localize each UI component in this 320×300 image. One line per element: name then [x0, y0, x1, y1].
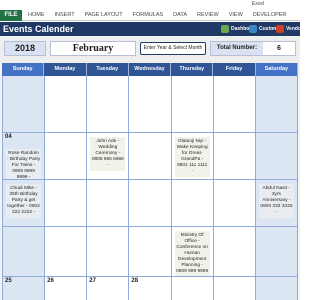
- calendar-day-cell[interactable]: [213, 277, 256, 300]
- ribbon-tab[interactable]: FORMULAS: [133, 10, 164, 21]
- day-header: Thursday: [171, 63, 214, 76]
- day-header-row: Sunday Monday Tuesday Wednesday Thursday Frid…: [2, 63, 298, 76]
- event-entry[interactable]: Rose Random - Birthday Party For Twins -…: [6, 149, 42, 179]
- calendar-day-cell[interactable]: [87, 76, 130, 133]
- ribbon-tab[interactable]: PAGE LAYOUT: [85, 10, 123, 21]
- calendar-day-cell[interactable]: [213, 180, 256, 227]
- ribbon-tab[interactable]: DEVELOPER: [253, 10, 287, 21]
- window-title: Excel: [251, 1, 264, 7]
- event-entry[interactable]: John Ade - Wedding Ceremony - 0808 666 6…: [90, 137, 126, 171]
- calendar-day-cell[interactable]: [45, 180, 88, 227]
- day-header: Tuesday: [86, 63, 129, 76]
- quick-access-toolbar[interactable]: [4, 2, 26, 15]
- calendar-day-cell[interactable]: [255, 277, 298, 300]
- calendar-day-cell[interactable]: 28: [129, 277, 172, 300]
- calendar-day-cell[interactable]: Chudi Mike - 35th Birthday Party & get t…: [3, 180, 46, 227]
- ribbon-tab[interactable]: HOME: [28, 10, 45, 21]
- day-number: 25: [5, 278, 12, 284]
- calendar-controls: 2018 February Enter Year & Select Month …: [0, 37, 300, 63]
- event-entry[interactable]: Chudi Mike - 35th Birthday Party & get t…: [6, 184, 42, 218]
- calendar-day-cell[interactable]: [129, 133, 172, 180]
- ribbon-tab[interactable]: VIEW: [229, 10, 243, 21]
- tab-file[interactable]: FILE: [0, 10, 22, 21]
- window-titlebar: Excel: [0, 0, 300, 15]
- day-header: Saturday: [255, 63, 298, 76]
- calendar-day-cell[interactable]: [45, 133, 88, 180]
- calendar-day-cell[interactable]: [255, 227, 298, 277]
- calendar-day-cell[interactable]: [213, 76, 256, 133]
- vendor-icon: [276, 25, 284, 33]
- worksheet: Events Calender Dashboard Customer Vendo…: [0, 22, 303, 300]
- day-number: 04: [5, 134, 12, 140]
- page-title: Events Calender: [3, 24, 74, 34]
- calendar-day-cell[interactable]: [171, 277, 214, 300]
- total-number-label: Total Number:: [211, 42, 263, 55]
- day-number: 28: [131, 278, 139, 284]
- day-header: Monday: [44, 63, 87, 76]
- calendar-day-cell[interactable]: 27: [87, 277, 130, 300]
- calendar-day-cell[interactable]: [3, 76, 46, 133]
- calendar-weeks: 04 Rose Random - Birthday Party For Twins…: [2, 76, 298, 300]
- month-select[interactable]: February: [50, 41, 136, 56]
- ribbon-tab[interactable]: INSERT: [55, 10, 75, 21]
- day-number: 27: [89, 278, 96, 284]
- calendar-day-cell[interactable]: [171, 180, 214, 227]
- calendar-day-cell[interactable]: Ministry Of Office - Conference on Human…: [171, 227, 214, 277]
- year-field[interactable]: 2018: [4, 41, 46, 56]
- calendar-day-cell[interactable]: [213, 133, 256, 180]
- vendor-label: Vendor: [286, 26, 303, 32]
- customer-icon: [249, 25, 257, 33]
- calendar-day-cell[interactable]: 26: [45, 277, 88, 300]
- event-entry[interactable]: Ministry Of Office - Conference on Human…: [174, 231, 210, 276]
- calendar-day-cell[interactable]: John Ade - Wedding Ceremony - 0808 666 6…: [87, 133, 130, 180]
- calendar-grid: Sunday Monday Tuesday Wednesday Thursday Frid…: [2, 63, 298, 300]
- calendar-day-cell[interactable]: [87, 180, 130, 227]
- calendar-day-cell[interactable]: [171, 76, 214, 133]
- calendar-day-cell[interactable]: [255, 133, 298, 180]
- calendar-day-cell[interactable]: [129, 227, 172, 277]
- calendar-day-cell[interactable]: [3, 227, 46, 277]
- dashboard-icon: [221, 25, 229, 33]
- calendar-day-cell[interactable]: [255, 76, 298, 133]
- calendar-day-cell[interactable]: Olatunji Niyi - Wake Keeping for Great-G…: [171, 133, 214, 180]
- ribbon-tab-list: HOME INSERT PAGE LAYOUT FORMULAS DATA REVIEW V…: [28, 10, 286, 21]
- ribbon-tab[interactable]: REVIEW: [197, 10, 219, 21]
- calendar-day-cell[interactable]: [45, 227, 88, 277]
- calendar-day-cell[interactable]: [87, 227, 130, 277]
- event-entry[interactable]: Olatunji Niyi - Wake Keeping for Great-G…: [174, 137, 210, 177]
- day-number: 26: [47, 278, 54, 284]
- total-number-value: 6: [263, 42, 295, 55]
- calendar-day-cell[interactable]: [129, 180, 172, 227]
- event-entry[interactable]: Abdul Nasir - 3yrs Anniversary - 0803 33…: [258, 184, 294, 218]
- ribbon-tabs: FILE HOME INSERT PAGE LAYOUT FORMULAS DATA RE…: [0, 10, 300, 21]
- calendar-day-cell[interactable]: 25: [3, 277, 46, 300]
- vendor-button[interactable]: Vendor: [276, 23, 303, 35]
- ribbon-tab[interactable]: DATA: [173, 10, 187, 21]
- total-number: Total Number: 6: [210, 41, 296, 56]
- enter-year-month-button[interactable]: Enter Year & Select Month: [140, 42, 206, 55]
- calendar-header: Events Calender Dashboard Customer Vendo…: [0, 22, 303, 36]
- day-header: Wednesday: [128, 63, 172, 76]
- calendar-day-cell[interactable]: [213, 227, 256, 277]
- day-header: Sunday: [2, 63, 45, 76]
- calendar-day-cell[interactable]: [129, 76, 172, 133]
- calendar-day-cell[interactable]: 04 Rose Random - Birthday Party For Twins…: [3, 133, 46, 180]
- calendar-day-cell[interactable]: Abdul Nasir - 3yrs Anniversary - 0803 33…: [255, 180, 298, 227]
- calendar-day-cell[interactable]: [45, 76, 88, 133]
- day-header: Friday: [213, 63, 256, 76]
